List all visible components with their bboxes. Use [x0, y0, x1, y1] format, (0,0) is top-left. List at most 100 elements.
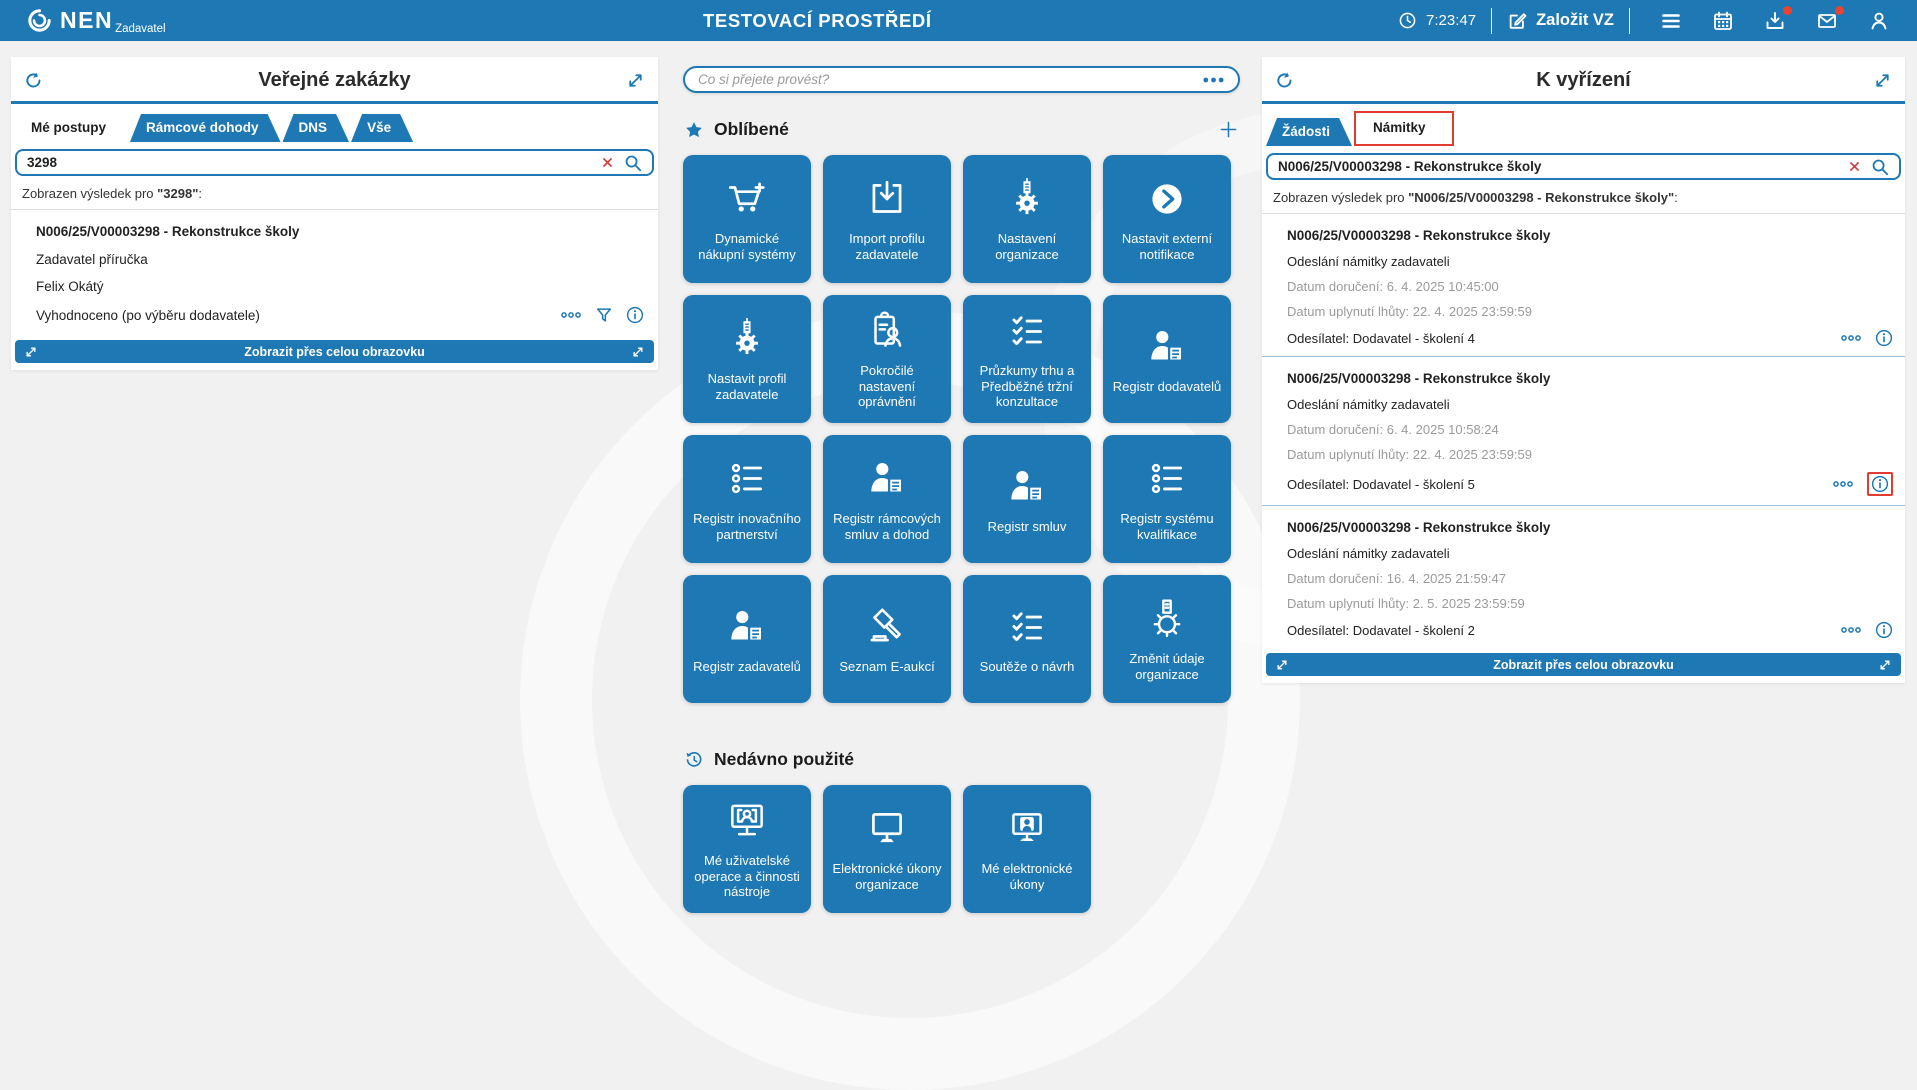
panel-title: K vyřízení: [1536, 69, 1631, 91]
tab-me-postupy[interactable]: Mé postupy: [15, 114, 128, 142]
calendar-icon: [1712, 10, 1734, 32]
info-button[interactable]: [1875, 329, 1893, 347]
command-input[interactable]: [698, 72, 1202, 87]
messages-badge: [1834, 5, 1844, 15]
tab-namitky[interactable]: Námitky: [1357, 114, 1448, 142]
recent-title: Nedávno použité: [714, 749, 855, 769]
calendar-button[interactable]: [1697, 10, 1749, 32]
tile-label: Pokročilé nastavení oprávnění: [858, 362, 916, 410]
tile-label: Nastavit profil zadavatele: [707, 370, 787, 402]
contracts-fullscreen-button[interactable]: Zobrazit přes celou obrazovku: [15, 340, 654, 363]
tile-seznam-e-aukci[interactable]: Seznam E-aukcí: [823, 575, 951, 703]
expand-icon: [24, 345, 38, 359]
to-resolve-searchbox: [1266, 153, 1901, 180]
tab-dns[interactable]: DNS: [283, 114, 350, 142]
tile-nastaveni-organizace[interactable]: Nastavení organizace: [963, 155, 1091, 283]
tile-pokrocile-nastaveni-opravneni[interactable]: Pokročilé nastavení oprávnění: [823, 295, 951, 423]
highlight-box: Námitky: [1354, 111, 1454, 146]
tile-registr-inovacniho-partnerstvi[interactable]: Registr inovačního partnerství: [683, 435, 811, 563]
refresh-icon: [1275, 71, 1294, 90]
info-icon: [1875, 621, 1893, 639]
more-options-button[interactable]: [560, 310, 582, 320]
downloads-badge: [1782, 5, 1792, 15]
objection-result-item[interactable]: N006/25/V00003298 - Rekonstrukce školy Od…: [1262, 356, 1905, 505]
menu-button[interactable]: [1645, 10, 1697, 32]
tile-label: Import profilu zadavatele: [849, 230, 925, 262]
add-favorite-button[interactable]: [1219, 120, 1238, 139]
sender-row: Odesílatel: Dodavatel - školení 5: [1287, 472, 1893, 496]
person-doc-icon: [1144, 324, 1190, 370]
search-button[interactable]: [1871, 158, 1889, 176]
contracts-results: N006/25/V00003298 - Rekonstrukce školy Za…: [11, 210, 658, 335]
tile-registr-dodavatelu[interactable]: Registr dodavatelů: [1103, 295, 1231, 423]
more-actions-icon[interactable]: [1202, 76, 1225, 84]
filter-button[interactable]: [595, 306, 613, 324]
expand-icon: [1873, 71, 1892, 90]
downloads-button[interactable]: [1749, 5, 1801, 32]
tile-elektronicke-ukony-organizace[interactable]: Elektronické úkony organizace: [823, 785, 951, 913]
more-options-button[interactable]: [1840, 625, 1862, 635]
info-button[interactable]: [1871, 475, 1889, 493]
tile-zmenit-udaje-organizace[interactable]: Změnit údaje organizace: [1103, 575, 1231, 703]
tile-nastavit-profil-zadavatele[interactable]: Nastavit profil zadavatele: [683, 295, 811, 423]
messages-button[interactable]: [1801, 5, 1853, 32]
deadline-date: Datum uplynutí lhůty: 2. 5. 2025 23:59:5…: [1287, 596, 1525, 611]
tile-label: Nastavit externí notifikace: [1121, 230, 1213, 262]
refresh-button[interactable]: [24, 71, 43, 90]
objection-result-item[interactable]: N006/25/V00003298 - Rekonstrukce školy Od…: [1262, 214, 1905, 356]
expand-icon: [1275, 658, 1289, 672]
contract-result-item[interactable]: N006/25/V00003298 - Rekonstrukce školy Za…: [11, 210, 658, 335]
tile-label: Dynamické nákupní systémy: [698, 230, 796, 262]
sender: Odesílatel: Dodavatel - školení 2: [1287, 622, 1475, 638]
brand[interactable]: NEN Zadavatel: [0, 7, 166, 35]
info-icon: [1875, 329, 1893, 347]
panel-header: Veřejné zakázky: [11, 57, 658, 104]
tile-nastavit-externi-notifikace[interactable]: Nastavit externí notifikace: [1103, 155, 1231, 283]
bullet-list-icon: [1144, 456, 1190, 502]
tab-vse[interactable]: Vše: [351, 114, 413, 142]
tab-zadosti[interactable]: Žádosti: [1266, 118, 1352, 146]
deadline-date: Datum uplynutí lhůty: 22. 4. 2025 23:59:…: [1287, 447, 1533, 462]
ellipsis-icon: [560, 310, 582, 320]
tile-pruzkumy-trhu-a-predbezne-trzni-konzultace[interactable]: Průzkumy trhu a Předběžné tržní konzulta…: [963, 295, 1091, 423]
expand-panel-button[interactable]: [1873, 71, 1892, 90]
info-button[interactable]: [1875, 621, 1893, 639]
expand-panel-button[interactable]: [626, 71, 645, 90]
tile-me-uzivatelske-operace-a-cinnosti-nastroje[interactable]: Mé uživatelské operace a činnosti nástro…: [683, 785, 811, 913]
tile-me-elektronicke-ukony[interactable]: Mé elektronické úkony: [963, 785, 1091, 913]
clear-icon: [601, 156, 614, 169]
tile-registr-smluv[interactable]: Registr smluv: [963, 435, 1091, 563]
clear-search-button[interactable]: [1848, 160, 1861, 173]
tile-registr-ramcovych-smluv-a-dohod[interactable]: Registr rámcových smluv a dohod: [823, 435, 951, 563]
more-options-button[interactable]: [1832, 479, 1854, 489]
tile-label: Průzkumy trhu a Předběžné tržní konzulta…: [979, 362, 1075, 410]
tile-dynamicke-nakupni-systemy[interactable]: Dynamické nákupní systémy: [683, 155, 811, 283]
tile-registr-zadavatelu[interactable]: Registr zadavatelů: [683, 575, 811, 703]
person-doc-icon: [724, 604, 770, 650]
favorites-header: Oblíbené: [685, 119, 1238, 140]
item-actions: [1832, 472, 1893, 496]
info-button[interactable]: [626, 306, 644, 324]
expand-icon: [626, 71, 645, 90]
tile-souteze-o-navrh[interactable]: Soutěže o návrh: [963, 575, 1091, 703]
refresh-button[interactable]: [1275, 71, 1294, 90]
tile-import-profilu-zadavatele[interactable]: Import profilu zadavatele: [823, 155, 951, 283]
search-button[interactable]: [624, 154, 642, 172]
to-resolve-panel: K vyřízení ŽádostiNámitky Zobrazen výsle…: [1262, 57, 1905, 683]
clear-search-button[interactable]: [601, 156, 614, 169]
tile-registr-systemu-kvalifikace[interactable]: Registr systému kvalifikace: [1103, 435, 1231, 563]
refresh-icon: [24, 71, 43, 90]
tab-ramcove-dohody[interactable]: Rámcové dohody: [130, 114, 281, 142]
sender: Odesílatel: Dodavatel - školení 5: [1287, 476, 1475, 492]
expand-icon: [1878, 658, 1892, 672]
create-vz-button[interactable]: Založit VZ: [1507, 11, 1614, 31]
more-options-button[interactable]: [1840, 333, 1862, 343]
contract-detail-line: Felix Okátý: [36, 279, 104, 294]
to-resolve-search-input[interactable]: [1278, 159, 1838, 174]
received-date: Datum doručení: 16. 4. 2025 21:59:47: [1287, 571, 1506, 586]
person-doc-icon: [864, 456, 910, 502]
profile-button[interactable]: [1853, 10, 1905, 32]
objection-result-item[interactable]: N006/25/V00003298 - Rekonstrukce školy Od…: [1262, 505, 1905, 648]
to-resolve-fullscreen-button[interactable]: Zobrazit přes celou obrazovku: [1266, 653, 1901, 676]
contracts-search-input[interactable]: [27, 155, 591, 170]
